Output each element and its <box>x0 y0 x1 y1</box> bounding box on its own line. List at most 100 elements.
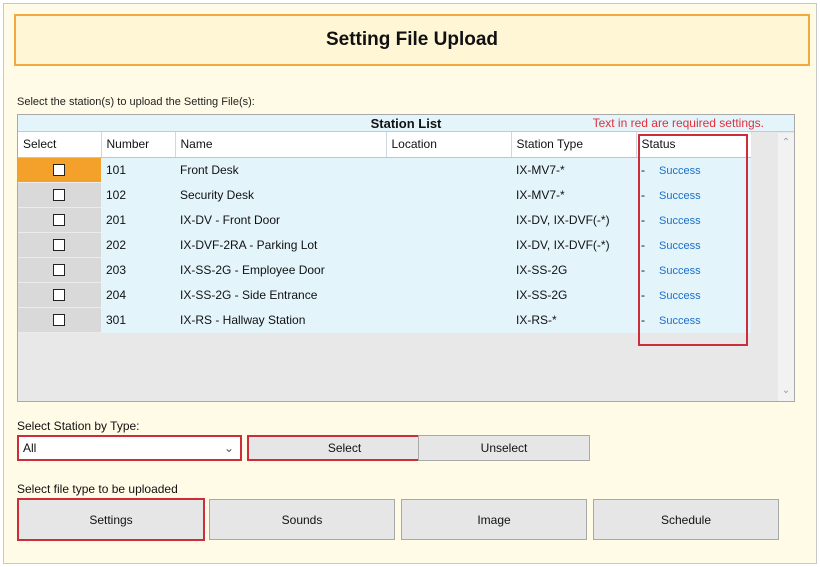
sounds-button[interactable]: Sounds <box>209 499 395 540</box>
status-prefix: - <box>641 187 645 202</box>
select-button[interactable]: Select <box>247 435 442 461</box>
station-list-panel: Station List Text in red are required se… <box>17 114 795 402</box>
table-scroll-area: ⌃ ⌄ <box>751 133 794 401</box>
select-cell[interactable] <box>18 207 101 233</box>
column-header-station-type[interactable]: Station Type <box>511 132 637 158</box>
select-checkbox[interactable] <box>53 264 65 277</box>
column-header-name[interactable]: Name <box>175 132 387 158</box>
status-prefix: - <box>641 237 645 252</box>
table-row[interactable]: 102 Security Desk IX-MV7-* - Success <box>18 182 751 208</box>
table-empty-area <box>18 349 751 401</box>
status-cell: - Success <box>636 307 751 332</box>
status-cell: - Success <box>636 257 751 282</box>
page-title: Setting File Upload <box>14 14 810 66</box>
select-cell[interactable] <box>18 232 101 258</box>
location-cell <box>386 182 511 207</box>
station-type-selected: All <box>23 441 37 455</box>
number-cell: 202 <box>106 237 127 252</box>
station-type-dropdown[interactable]: All ⌄ <box>17 435 242 461</box>
select-cell[interactable] <box>18 307 101 333</box>
location-cell <box>386 282 511 307</box>
column-header-number[interactable]: Number <box>101 132 176 158</box>
select-cell[interactable] <box>18 157 101 183</box>
name-cell: IX-SS-2G - Employee Door <box>180 262 325 277</box>
select-cell[interactable] <box>18 257 101 283</box>
file-type-label: Select file type to be uploaded <box>17 482 178 496</box>
status-cell: - Success <box>636 182 751 207</box>
status-prefix: - <box>641 212 645 227</box>
select-checkbox[interactable] <box>53 314 65 327</box>
station-list-header: Station List Text in red are required se… <box>18 115 794 132</box>
table-row[interactable]: 301 IX-RS - Hallway Station IX-RS-* - Suc… <box>18 307 751 333</box>
schedule-button[interactable]: Schedule <box>593 499 779 540</box>
status-prefix: - <box>641 262 645 277</box>
status-value: Success <box>659 314 701 327</box>
column-header-location[interactable]: Location <box>386 132 512 158</box>
table-header-row: Select Number Name Location Station Type… <box>18 132 752 158</box>
status-value: Success <box>659 264 701 277</box>
select-checkbox[interactable] <box>53 164 65 177</box>
select-checkbox[interactable] <box>53 239 65 252</box>
status-cell: - Success <box>636 232 751 257</box>
name-cell: IX-DVF-2RA - Parking Lot <box>180 237 318 252</box>
name-cell: IX-SS-2G - Side Entrance <box>180 287 318 302</box>
station-type-cell: IX-RS-* <box>516 312 557 327</box>
select-checkbox[interactable] <box>53 189 65 202</box>
select-checkbox[interactable] <box>53 289 65 302</box>
unselect-button[interactable]: Unselect <box>418 435 590 461</box>
station-type-cell: IX-MV7-* <box>516 187 565 202</box>
image-button[interactable]: Image <box>401 499 587 540</box>
table-row[interactable]: 203 IX-SS-2G - Employee Door IX-SS-2G - S… <box>18 257 751 283</box>
select-by-type-label: Select Station by Type: <box>17 419 140 433</box>
station-type-cell: IX-SS-2G <box>516 262 568 277</box>
column-header-status[interactable]: Status <box>636 132 752 158</box>
number-cell: 201 <box>106 212 127 227</box>
number-cell: 102 <box>106 187 127 202</box>
station-type-cell: IX-DV, IX-DVF(-*) <box>516 212 610 227</box>
location-cell <box>386 257 511 282</box>
number-cell: 203 <box>106 262 127 277</box>
status-cell: - Success <box>636 157 751 182</box>
status-value: Success <box>659 289 701 302</box>
settings-button[interactable]: Settings <box>17 498 205 541</box>
status-cell: - Success <box>636 207 751 232</box>
vertical-scrollbar[interactable]: ⌃ ⌄ <box>778 133 794 401</box>
number-cell: 101 <box>106 162 127 177</box>
name-cell: Front Desk <box>180 162 239 177</box>
station-type-cell: IX-SS-2G <box>516 287 568 302</box>
required-settings-note: Text in red are required settings. <box>592 116 764 130</box>
status-value: Success <box>659 189 701 202</box>
table-row[interactable]: 101 Front Desk IX-MV7-* - Success <box>18 157 751 183</box>
select-cell[interactable] <box>18 182 101 208</box>
number-cell: 301 <box>106 312 127 327</box>
name-cell: Security Desk <box>180 187 255 202</box>
chevron-down-icon[interactable]: ⌄ <box>224 437 234 459</box>
status-cell: - Success <box>636 282 751 307</box>
select-checkbox[interactable] <box>53 214 65 227</box>
table-row[interactable]: 202 IX-DVF-2RA - Parking Lot IX-DV, IX-D… <box>18 232 751 258</box>
location-cell <box>386 207 511 232</box>
location-cell <box>386 157 511 182</box>
status-value: Success <box>659 214 701 227</box>
status-prefix: - <box>641 162 645 177</box>
name-cell: IX-RS - Hallway Station <box>180 312 306 327</box>
number-cell: 204 <box>106 287 127 302</box>
scroll-up-icon[interactable]: ⌃ <box>780 137 792 149</box>
table-row[interactable]: 204 IX-SS-2G - Side Entrance IX-SS-2G - S… <box>18 282 751 308</box>
column-header-select[interactable]: Select <box>18 132 102 158</box>
name-cell: IX-DV - Front Door <box>180 212 281 227</box>
station-table: Select Number Name Location Station Type… <box>18 132 752 333</box>
instructions-label: Select the station(s) to upload the Sett… <box>17 96 255 108</box>
status-prefix: - <box>641 312 645 327</box>
status-prefix: - <box>641 287 645 302</box>
table-row[interactable]: 201 IX-DV - Front Door IX-DV, IX-DVF(-*)… <box>18 207 751 233</box>
location-cell <box>386 232 511 257</box>
scroll-down-icon[interactable]: ⌄ <box>780 385 792 397</box>
setting-file-upload-window: Setting File Upload Select the station(s… <box>3 3 817 564</box>
select-cell[interactable] <box>18 282 101 308</box>
station-type-cell: IX-MV7-* <box>516 162 565 177</box>
status-value: Success <box>659 164 701 177</box>
station-type-cell: IX-DV, IX-DVF(-*) <box>516 237 610 252</box>
location-cell <box>386 307 511 332</box>
status-value: Success <box>659 239 701 252</box>
